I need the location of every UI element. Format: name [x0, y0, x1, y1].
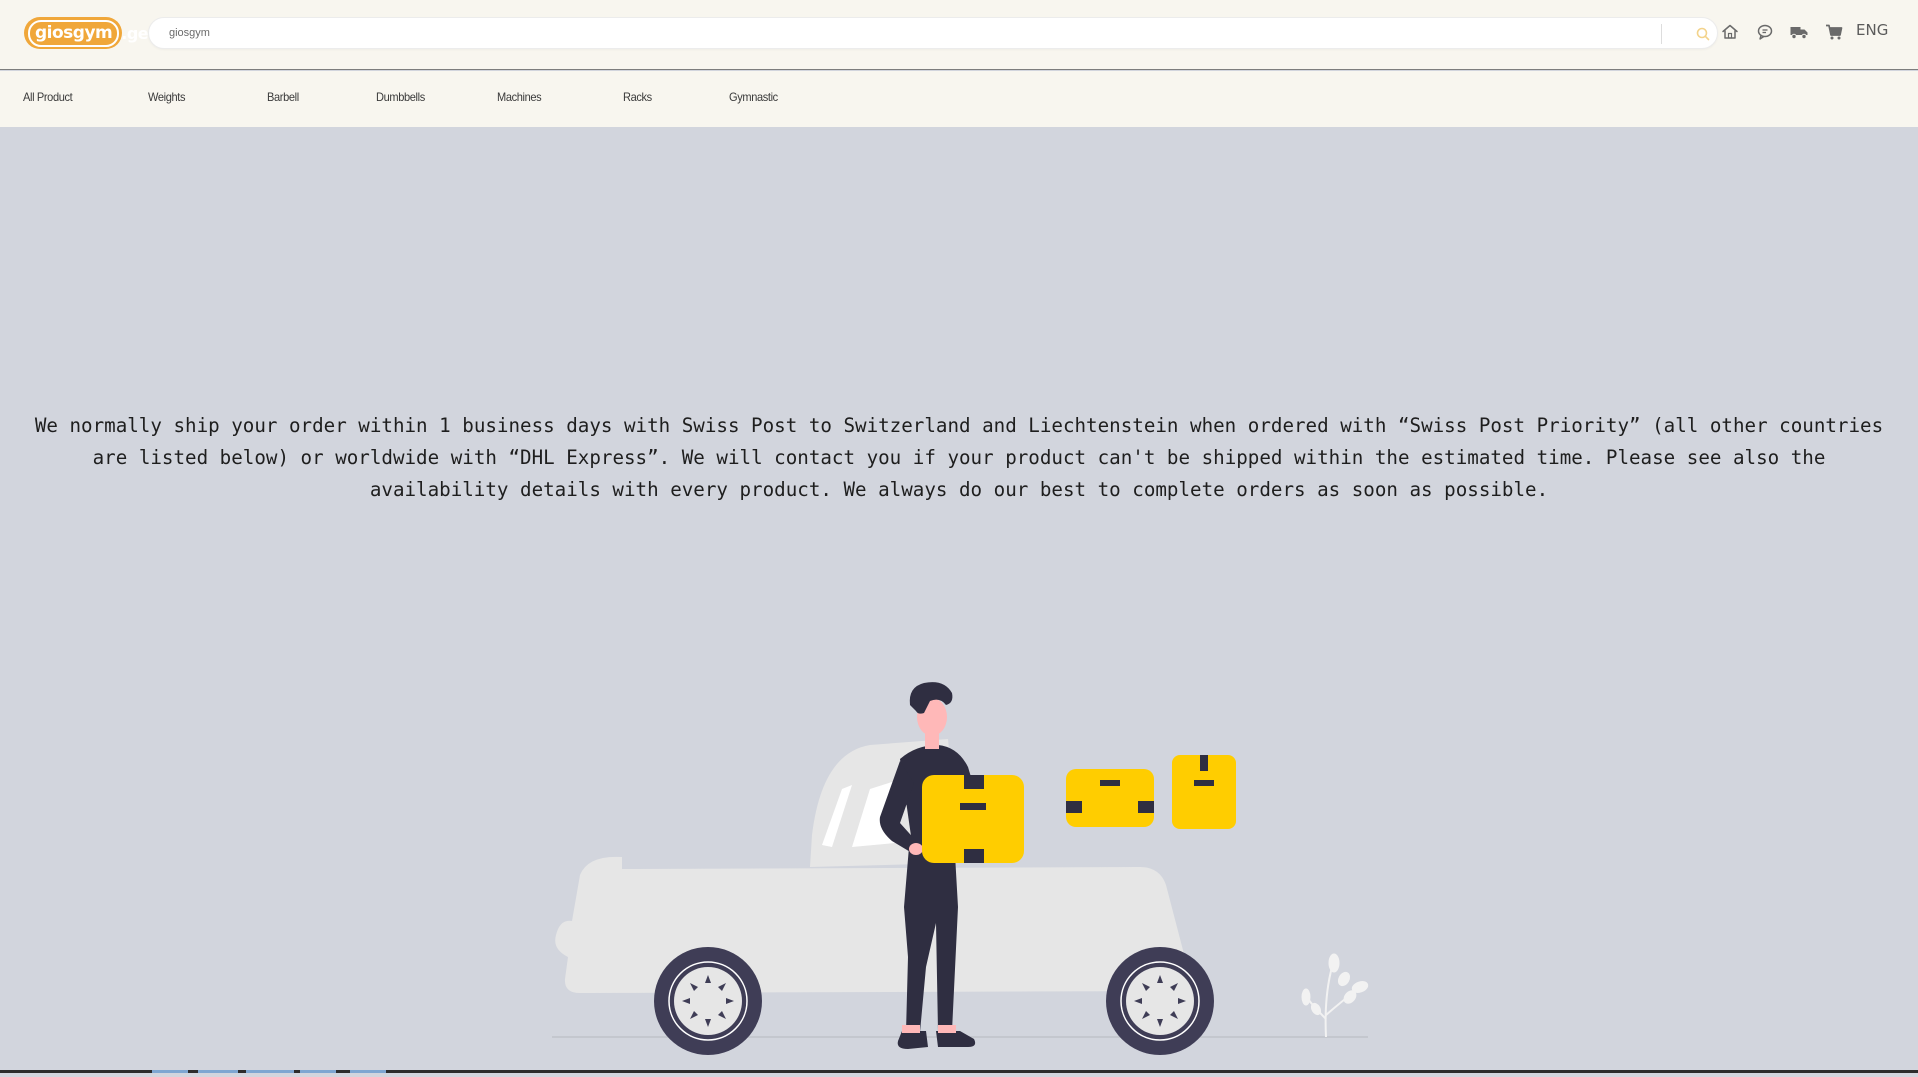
site-logo[interactable]: giosgym .ge [24, 17, 149, 49]
category-all-product[interactable]: All Product [23, 90, 73, 104]
rear-wheel [654, 947, 762, 1055]
category-racks[interactable]: Racks [623, 90, 652, 104]
category-barbell[interactable]: Barbell [267, 90, 299, 104]
box-tall [1172, 755, 1236, 829]
logo-wordmark: giosgym [28, 19, 120, 47]
box-carried [922, 775, 1024, 863]
delivery-illustration [552, 682, 1369, 1055]
home-icon[interactable] [1720, 22, 1740, 42]
plant-icon [1301, 953, 1369, 1038]
delivery-person [879, 682, 986, 1049]
search-bar [148, 17, 1718, 49]
category-machines[interactable]: Machines [497, 90, 542, 104]
chat-icon[interactable] [1755, 22, 1775, 42]
delivery-truck-icon[interactable] [1789, 22, 1809, 42]
category-nav: All Product Weights Barbell Dumbbells Ma… [0, 71, 1918, 127]
search-input[interactable] [167, 18, 1547, 48]
top-header: giosgym .ge ENG [0, 0, 1918, 70]
category-weights[interactable]: Weights [148, 90, 185, 104]
shipping-info-text: We normally ship your order within 1 bus… [34, 414, 1884, 501]
search-divider [1661, 24, 1662, 44]
category-dumbbells[interactable]: Dumbbells [376, 90, 425, 104]
cart-icon[interactable] [1824, 22, 1844, 42]
language-switcher[interactable]: ENG [1856, 21, 1888, 39]
main-content: We normally ship your order within 1 bus… [0, 127, 1918, 1073]
category-gymnastic[interactable]: Gymnastic [729, 90, 778, 104]
search-icon[interactable] [1695, 26, 1711, 42]
logo-domain: .ge [121, 23, 149, 43]
front-wheel [1106, 947, 1214, 1055]
box-flat [1066, 769, 1154, 827]
